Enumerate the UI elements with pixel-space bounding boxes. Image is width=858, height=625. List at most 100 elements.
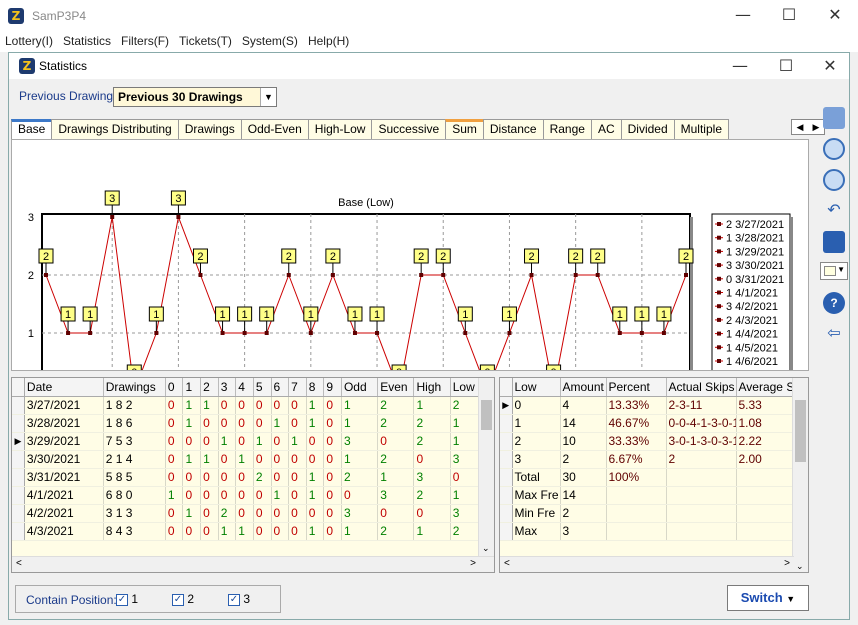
column-header[interactable]: Low — [450, 378, 483, 397]
print-icon[interactable] — [823, 107, 845, 129]
row-indicator[interactable] — [500, 468, 513, 487]
tab-base[interactable]: Base — [11, 119, 53, 140]
column-header[interactable]: Odd — [341, 378, 379, 397]
color-picker[interactable]: ▼ — [820, 262, 848, 280]
position-3-checkbox[interactable]: ✓ 3 — [228, 592, 250, 606]
minimize-icon[interactable]: — — [720, 0, 766, 30]
table-row[interactable]: 3/27/2021 1 8 201100000101212 — [12, 396, 483, 415]
table-row[interactable]: ▶ 0 4 13.33% 2-3-11 5.33 — [500, 396, 797, 415]
window-close-icon[interactable]: ✕ — [807, 51, 853, 81]
tab-high-low[interactable]: High-Low — [307, 119, 373, 139]
tab-sum[interactable]: Sum — [445, 119, 484, 139]
row-indicator[interactable] — [12, 468, 25, 487]
switch-button[interactable]: Switch ▼ — [727, 585, 809, 611]
column-header[interactable]: 2 — [200, 378, 219, 397]
maximize-icon[interactable]: ☐ — [766, 0, 812, 30]
table-row[interactable]: 3 2 6.67% 2 2.00 — [500, 450, 797, 469]
table-row[interactable]: 3/28/2021 1 8 601000010101221 — [12, 414, 483, 433]
menu-system[interactable]: System(S) — [237, 32, 303, 50]
column-header[interactable]: Actual Skips — [666, 378, 737, 397]
row-indicator[interactable] — [500, 522, 513, 541]
row-indicator[interactable]: ▶ — [12, 432, 25, 451]
column-header[interactable]: Date — [24, 378, 104, 397]
column-header[interactable]: Average Sl — [736, 378, 797, 397]
table-row[interactable]: Max Fre 14 — [500, 486, 797, 505]
menu-statistics[interactable]: Statistics — [58, 32, 116, 50]
tab-distance[interactable]: Distance — [482, 119, 544, 139]
tab-prev-icon[interactable]: ◀ — [792, 120, 808, 134]
row-indicator[interactable]: ▶ — [500, 396, 513, 415]
tab-range[interactable]: Range — [542, 119, 592, 139]
drawings-table[interactable]: Date Drawings 0 1 2 3 4 5 6 7 8 9 Odd Even High Low 3/2… — [11, 377, 495, 573]
tab-divided[interactable]: Divided — [620, 119, 675, 139]
tab-multiple[interactable]: Multiple — [673, 119, 729, 139]
low-summary-table[interactable]: Low Amount Percent Actual Skips Average Sl ▶… — [499, 377, 809, 573]
tab-drawings-distributing[interactable]: Drawings Distributing — [51, 119, 179, 139]
column-header[interactable]: High — [413, 378, 451, 397]
table-row[interactable]: Min Fre 2 — [500, 504, 797, 523]
column-header[interactable]: Low — [512, 378, 561, 397]
row-indicator[interactable] — [500, 504, 513, 523]
row-indicator[interactable] — [12, 450, 25, 469]
menu-lottery[interactable]: Lottery(I) — [0, 32, 58, 50]
tab-ac[interactable]: AC — [590, 119, 622, 139]
zoom-out-icon[interactable] — [823, 169, 845, 191]
column-header[interactable]: 9 — [323, 378, 342, 397]
right-vertical-scrollbar[interactable]: ⌄ — [792, 378, 808, 572]
column-header[interactable]: Drawings — [103, 378, 166, 397]
table-row[interactable]: 4/3/2021 8 4 300011000101212 — [12, 522, 483, 541]
position-2-checkbox[interactable]: ✓ 2 — [172, 592, 194, 606]
table-row[interactable]: Max 3 — [500, 522, 797, 541]
column-header[interactable]: Even — [377, 378, 415, 397]
menu-tickets[interactable]: Tickets(T) — [174, 32, 237, 50]
menu-help[interactable]: Help(H) — [303, 32, 354, 50]
row-indicator[interactable] — [12, 414, 25, 433]
scroll-thumb[interactable] — [481, 400, 492, 430]
left-horizontal-scrollbar[interactable]: < > — [12, 556, 494, 572]
table-row[interactable]: 4/1/2021 6 8 010000010100321 — [12, 486, 483, 505]
chevron-down-icon[interactable]: ▼ — [837, 265, 845, 274]
table-row[interactable]: ▶ 3/29/2021 7 5 300010101003021 — [12, 432, 483, 451]
undo-icon[interactable]: ↶ — [823, 200, 845, 222]
table-row[interactable]: 4/2/2021 3 1 301020000003003 — [12, 504, 483, 523]
table-row[interactable]: 21033.33%3-0-1-3-0-3-1-32.22 — [500, 432, 797, 451]
window-maximize-icon[interactable]: ☐ — [763, 51, 809, 81]
exit-icon[interactable]: ⇦ — [823, 323, 845, 345]
column-header[interactable]: 8 — [306, 378, 325, 397]
column-header[interactable]: Amount — [560, 378, 607, 397]
column-header[interactable]: 4 — [235, 378, 254, 397]
chevron-down-icon[interactable]: ▼ — [260, 88, 276, 106]
left-vertical-scrollbar[interactable]: ⌄ — [478, 378, 494, 556]
tab-drawings[interactable]: Drawings — [177, 119, 242, 139]
table-row[interactable]: 3/31/2021 5 8 500000200102130 — [12, 468, 483, 487]
column-header[interactable]: 1 — [182, 378, 202, 397]
scroll-down-icon[interactable]: ⌄ — [796, 561, 804, 572]
table-row[interactable]: 3/30/2021 2 1 401101000001203 — [12, 450, 483, 469]
row-indicator[interactable] — [500, 486, 513, 505]
scroll-right-icon[interactable]: > — [470, 558, 476, 569]
column-header[interactable]: 3 — [218, 378, 237, 397]
scroll-right-icon[interactable]: > — [784, 558, 790, 569]
row-indicator[interactable] — [500, 450, 513, 469]
column-header[interactable]: 5 — [253, 378, 272, 397]
table-row[interactable]: 11446.67%0-0-4-1-3-0-1-11.08 — [500, 414, 797, 433]
menu-filters[interactable]: Filters(F) — [116, 32, 174, 50]
column-header[interactable]: 0 — [165, 378, 184, 397]
tab-successive[interactable]: Successive — [371, 119, 447, 139]
table-row[interactable]: Total 30 100% — [500, 468, 797, 487]
save-icon[interactable] — [823, 231, 845, 253]
scroll-left-icon[interactable]: < — [504, 558, 510, 569]
column-header[interactable]: Percent — [606, 378, 667, 397]
scroll-left-icon[interactable]: < — [16, 558, 22, 569]
position-1-checkbox[interactable]: ✓ 1 — [116, 592, 138, 606]
right-horizontal-scrollbar[interactable]: < > — [500, 556, 794, 572]
close-icon[interactable]: ✕ — [812, 0, 858, 30]
column-header[interactable]: 7 — [288, 378, 307, 397]
row-indicator[interactable] — [12, 396, 25, 415]
row-indicator[interactable] — [12, 486, 25, 505]
zoom-in-icon[interactable] — [823, 138, 845, 160]
scroll-down-icon[interactable]: ⌄ — [482, 543, 490, 554]
row-indicator[interactable] — [12, 504, 25, 523]
window-minimize-icon[interactable]: — — [717, 51, 763, 81]
previous-drawings-select[interactable]: Previous 30 Drawings ▼ — [113, 87, 277, 107]
